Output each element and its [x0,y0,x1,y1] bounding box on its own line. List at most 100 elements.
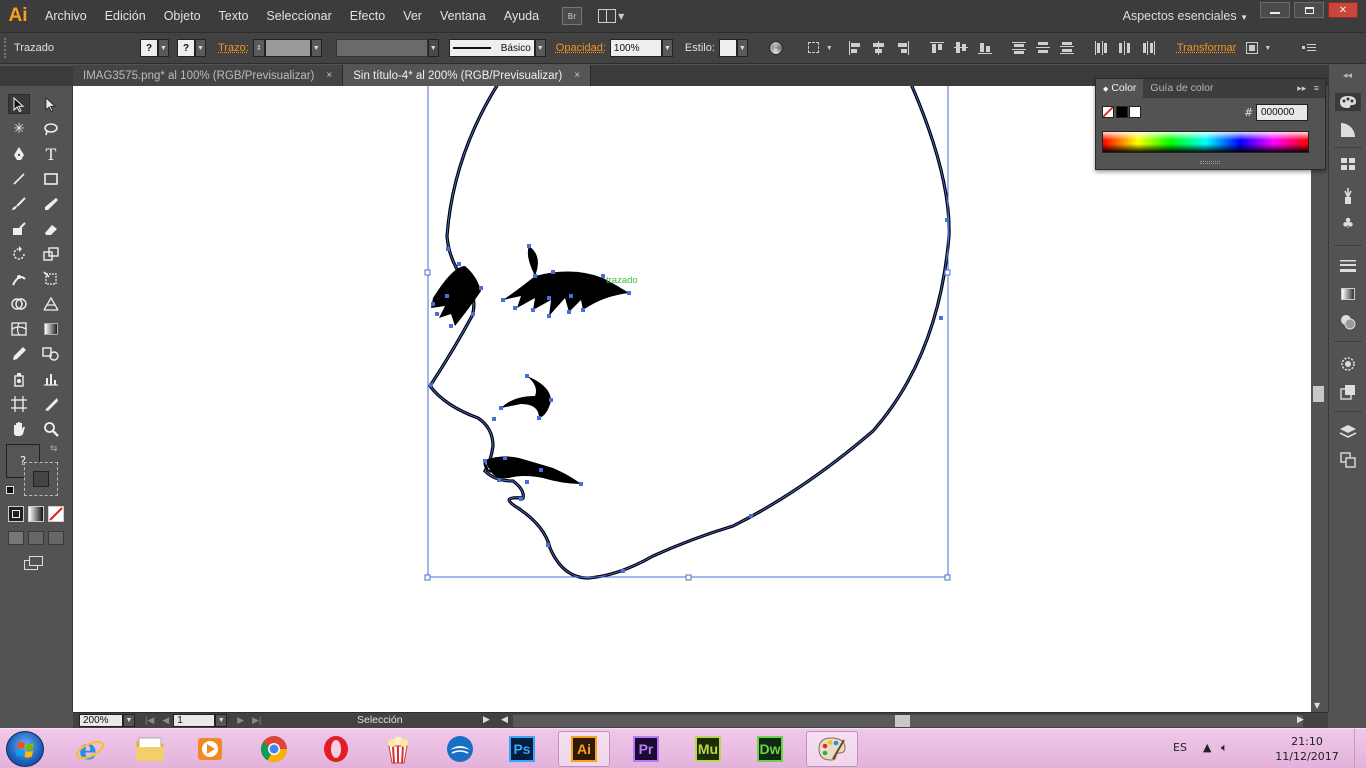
menu-objeto[interactable]: Objeto [155,0,210,32]
select-similar-icon[interactable] [806,40,822,56]
rectangle-tool-icon[interactable] [40,169,62,189]
close-icon[interactable]: × [574,70,580,81]
workspace-switcher[interactable]: Aspectos esenciales ▼ [1123,0,1248,32]
black-swatch[interactable] [1116,106,1128,118]
taskbar-photoshop[interactable]: Ps [496,731,548,767]
eraser-tool-icon[interactable] [40,219,62,239]
taskbar-illustrator[interactable]: Ai [558,731,610,767]
show-desktop-button[interactable] [1354,729,1366,768]
stroke-weight-field[interactable] [264,39,311,57]
menu-texto[interactable]: Texto [210,0,258,32]
transform-link[interactable]: Transformar [1173,42,1241,54]
swap-fill-stroke-icon[interactable]: ⇆ [50,444,58,454]
tab-color[interactable]: ◆ Color [1096,79,1144,98]
next-artboard-icon[interactable]: ▶ [233,715,248,726]
restore-icon[interactable] [1294,2,1324,18]
minimize-icon[interactable] [1260,2,1290,18]
shape-builder-tool-icon[interactable] [8,294,30,314]
scroll-right-icon[interactable]: ▶ [1297,714,1304,725]
language-indicator[interactable]: ES [1173,741,1187,754]
menu-ventana[interactable]: Ventana [431,0,495,32]
color-mode-icon[interactable] [8,506,24,522]
fill-dropdown[interactable]: ▼ [158,39,169,57]
stroke-box[interactable] [24,462,58,496]
magic-wand-tool-icon[interactable]: ✳ [8,119,30,139]
variable-width-dropdown[interactable]: ▼ [427,39,439,57]
align-center-icon[interactable] [871,40,887,56]
paintbrush-tool-icon[interactable] [8,194,30,214]
status-menu-icon[interactable]: ▶ [483,714,490,725]
pen-tool-icon[interactable] [8,144,30,164]
column-graph-tool-icon[interactable] [40,369,62,389]
perspective-grid-tool-icon[interactable] [40,294,62,314]
width-tool-icon[interactable] [8,269,30,289]
free-transform-tool-icon[interactable] [40,269,62,289]
blob-brush-tool-icon[interactable] [8,219,30,239]
stroke-swatch[interactable]: ? [177,39,195,57]
gradient-tool-icon[interactable] [40,319,62,339]
taskbar-file-explorer[interactable] [124,731,176,767]
pencil-tool-icon[interactable] [40,194,62,214]
zoom-dropdown[interactable]: ▼ [123,714,135,727]
menu-efecto[interactable]: Efecto [341,0,394,32]
eyedropper-tool-icon[interactable] [8,344,30,364]
transparency-icon[interactable] [1339,313,1357,331]
none-swatch[interactable] [1102,106,1114,118]
hand-tool-icon[interactable] [8,419,30,439]
opacity-dropdown[interactable]: ▼ [661,39,673,57]
last-artboard-icon[interactable]: ▶| [248,715,265,726]
close-icon[interactable]: × [326,70,332,81]
symbols-icon[interactable]: ♣ [1339,215,1357,233]
tab-color-guide[interactable]: Guía de color [1143,79,1220,98]
tab-sin-titulo-4[interactable]: Sin título-4* al 200% (RGB/Previsualizar… [343,65,592,86]
draw-inside-icon[interactable] [48,531,64,545]
tray-icons[interactable]: ▲ 🔈︎ [1203,741,1228,755]
stroke-panel-icon[interactable] [1339,257,1357,275]
style-swatch[interactable] [718,39,737,57]
close-icon[interactable]: ✕ [1328,2,1358,18]
menu-archivo[interactable]: Archivo [36,0,96,32]
menu-ayuda[interactable]: Ayuda [495,0,548,32]
vertical-scrollbar[interactable]: ▼ [1311,86,1326,712]
style-dropdown[interactable]: ▼ [736,39,748,57]
opacity-field[interactable]: 100% [609,39,662,57]
artboard-field[interactable]: 1 [173,714,216,727]
fill-swatch[interactable]: ? [140,39,158,57]
arrange-documents-button[interactable]: ▼ [598,7,628,25]
distribute-left-icon[interactable] [1093,40,1109,56]
artboard-canvas[interactable]: trazado [73,86,1311,712]
taskbar-popcorn-time[interactable] [372,731,424,767]
taskbar-paint[interactable] [806,731,858,767]
artboard-tool-icon[interactable] [8,394,30,414]
system-clock[interactable]: 21:10 11/12/2017 [1272,734,1342,764]
graphic-styles-icon[interactable] [1339,383,1357,401]
taskbar-muse[interactable]: Mu [682,731,734,767]
show-hidden-icons-icon[interactable]: ▲ [1203,741,1211,754]
start-button[interactable] [6,731,44,767]
taskbar-premiere[interactable]: Pr [620,731,672,767]
bridge-button[interactable]: Br [562,7,583,25]
brush-dropdown[interactable]: ▼ [534,39,546,57]
none-mode-icon[interactable] [48,506,64,522]
draw-normal-icon[interactable] [8,531,24,545]
volume-icon[interactable]: 🔈︎ [1221,741,1228,754]
white-swatch[interactable] [1129,106,1141,118]
variable-width-field[interactable] [335,39,428,57]
stroke-weight-dropdown[interactable]: ▼ [310,39,322,57]
hex-color-input[interactable]: 000000 [1256,104,1308,121]
collapse-panels-icon[interactable]: ◂◂ [1343,71,1352,81]
scroll-left-icon[interactable]: ◀ [501,714,508,725]
swatches-icon[interactable] [1339,155,1357,173]
line-segment-tool-icon[interactable] [8,169,30,189]
slice-tool-icon[interactable] [40,394,62,414]
align-top-icon[interactable] [929,40,945,56]
distribute-center-icon[interactable] [1117,40,1133,56]
stroke-weight-stepper[interactable]: ⇕ [252,39,265,57]
horizontal-scrollbar-thumb[interactable] [895,715,910,727]
selection-tool-icon[interactable] [8,94,30,114]
align-bottom-icon[interactable] [977,40,993,56]
taskbar-internet-explorer[interactable]: e [64,731,116,767]
first-artboard-icon[interactable]: |◀ [141,715,158,726]
vertical-scrollbar-thumb[interactable] [1313,386,1324,402]
menu-ver[interactable]: Ver [394,0,431,32]
